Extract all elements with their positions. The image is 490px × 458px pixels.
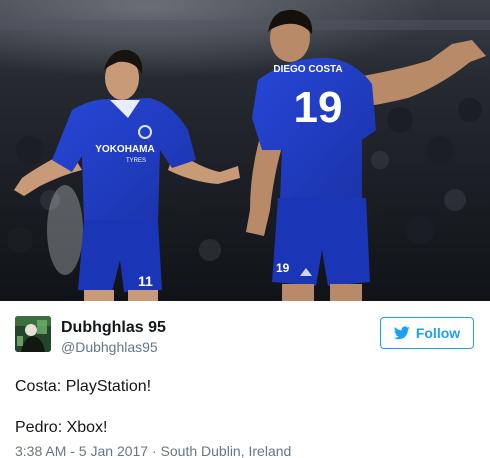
tweet-body: Dubhghlas 95 @Dubhghlas95 Follow Costa: …	[0, 301, 490, 458]
tweet-text-line-2: Pedro: Xbox!	[15, 419, 108, 436]
twitter-bird-icon	[393, 326, 410, 340]
photo-illustration: YOKOHAMA TYRES 11 DIEGO COSTA 19 19	[0, 0, 490, 301]
left-player-sponsor: YOKOHAMA	[95, 144, 154, 155]
tweet-photo[interactable]: YOKOHAMA TYRES 11 DIEGO COSTA 19 19	[0, 0, 490, 301]
tweet-card: YOKOHAMA TYRES 11 DIEGO COSTA 19 19 Dubh…	[0, 0, 490, 458]
display-name[interactable]: Dubhghlas 95	[61, 319, 166, 337]
left-player-sponsor-sub: TYRES	[126, 158, 146, 164]
tweet-text-line-1: Costa: PlayStation!	[15, 378, 152, 395]
right-player-shirt-name: DIEGO COSTA	[273, 64, 342, 75]
meta-separator: ·	[151, 443, 157, 458]
follow-button[interactable]: Follow	[380, 317, 474, 349]
avatar-image-icon	[15, 316, 51, 352]
left-player-short-number: 11	[138, 273, 153, 289]
avatar[interactable]	[15, 316, 51, 352]
tweet-timestamp[interactable]: 3:38 AM - 5 Jan 2017	[15, 443, 148, 458]
right-player-short-number: 19	[276, 261, 290, 275]
follow-label: Follow	[415, 325, 461, 341]
right-player-shirt-number: 19	[294, 83, 343, 132]
tweet-meta: 3:38 AM - 5 Jan 2017 · South Dublin, Ire…	[15, 443, 291, 458]
user-handle[interactable]: @Dubhghlas95	[61, 339, 158, 355]
tweet-location[interactable]: South Dublin, Ireland	[161, 443, 292, 458]
